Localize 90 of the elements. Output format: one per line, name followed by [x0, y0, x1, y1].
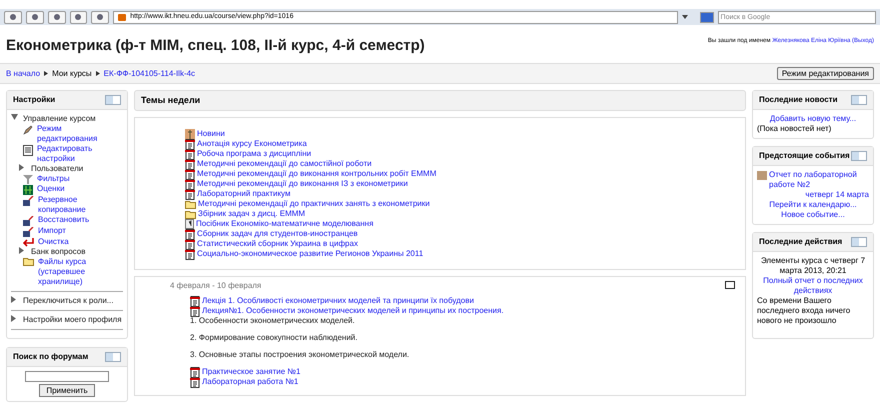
grades-icon [23, 185, 33, 195]
pdf-document-icon [185, 238, 195, 250]
resource-link[interactable]: Методичні рекомендації до практичних занять з економетрики [198, 199, 430, 209]
separator-icon [44, 71, 48, 76]
pdf-document-icon [185, 138, 195, 150]
settings-link[interactable]: Редактировать настройки [37, 144, 123, 164]
summary-text: 1. Особенности эконометрических моделей. [190, 316, 356, 326]
settings-link[interactable]: Оценки [37, 184, 65, 194]
resource-link[interactable]: Статистический сборник Украина в цифрах [197, 239, 358, 249]
pdf-document-icon [185, 188, 195, 200]
pdf-document-icon [185, 178, 195, 190]
tree-item[interactable]: Переключиться к роли... [23, 296, 114, 306]
calendar-link[interactable]: Перейти к календарю... [757, 200, 869, 210]
resource-link[interactable]: Практическое занятие №1 [202, 367, 300, 377]
resource-link[interactable]: Збірник задач з дисц. ЕМММ [198, 209, 306, 219]
resource-link[interactable]: Новини [197, 129, 225, 139]
separator-icon [96, 71, 100, 76]
event-icon [757, 171, 767, 180]
summary-text: 3. Основные этапы построения эконометрической модели. [190, 350, 410, 360]
dropdown-icon[interactable] [682, 15, 688, 19]
block-title: Последние действия [759, 237, 842, 247]
box-arrow-icon [23, 216, 34, 226]
settings-link[interactable]: Восстановить [38, 215, 90, 225]
expanded-triangle-icon[interactable] [11, 114, 19, 120]
calendar-link[interactable]: Новое событие... [757, 210, 869, 220]
arrow-icon [23, 238, 34, 247]
block-title: Предстоящие события [759, 151, 850, 161]
settings-link[interactable]: Фильтры [37, 174, 70, 184]
add-topic-link[interactable]: Добавить новую тему... [757, 114, 869, 124]
resource-link[interactable]: Посібник Економіко-математичне моделювання [196, 219, 374, 229]
settings-link[interactable]: Файлы курса (устаревшее хранилище) [38, 257, 123, 287]
resource-link[interactable]: Лабораторний практикум [197, 189, 290, 199]
folder-icon [185, 200, 196, 208]
site-icon [118, 14, 126, 20]
highlight-toggle-icon[interactable] [725, 281, 735, 289]
tree-item[interactable]: Пользователи [31, 164, 84, 174]
tree-item[interactable]: Настройки моего профиля [23, 315, 122, 325]
summary-text: 2. Формирование совокупности наблюдений. [190, 333, 358, 343]
resource-link[interactable]: Сборник задач для студентов-иностранцев [197, 229, 358, 239]
apply-button[interactable]: Применить [39, 384, 95, 397]
pdf-document-icon [185, 248, 195, 260]
box-arrow-icon [23, 227, 34, 237]
resource-link[interactable]: Методичні рекомендації до виконання контрольних робіт ЕМММ [197, 169, 436, 179]
news-note: (Пока новостей нет) [757, 124, 832, 134]
pdf-document-icon [190, 366, 200, 378]
breadcrumb-link[interactable]: В начало [6, 68, 40, 78]
resource-link[interactable]: Лекция№1. Особенности эконометрических моделей и принципы их построения. [202, 306, 504, 316]
block-title: Последние новости [759, 95, 838, 105]
breadcrumb-link[interactable]: ЕК-ФФ-104105-114-Ilk-4c [104, 68, 196, 78]
search-engine-icon[interactable] [700, 12, 714, 22]
resource-link[interactable]: Методичні рекомендації до виконання ІЗ з економетрики [197, 179, 408, 189]
edit-mode-button[interactable]: Режим редактирования [776, 67, 874, 80]
tree-item[interactable]: Управление курсом [23, 114, 96, 124]
breadcrumb-item: Мои курсы [52, 68, 92, 78]
pdf-document-icon [190, 296, 200, 306]
pdf-document-icon [185, 148, 195, 160]
resource-link[interactable]: Робоча програма з дисципліни [197, 149, 312, 159]
resource-link[interactable]: Анотація курсу Економетрика [197, 139, 307, 149]
resource-link[interactable]: Лабораторная работа №1 [202, 377, 298, 387]
settings-link[interactable]: Импорт [38, 226, 66, 236]
pdf-document-icon [185, 228, 195, 240]
pencil-icon [23, 125, 33, 135]
block-title: Поиск по форумам [13, 352, 88, 362]
activity-note: Со времени Вашего последнего входа ничего нового не произошло [757, 296, 852, 326]
resource-link[interactable]: Лекція 1. Особливості економетричних моделей та принципи їх побудови [202, 296, 474, 306]
section-title: Темы недели [141, 95, 200, 105]
full-report-link[interactable]: Полный отчет о последних действиях [757, 276, 869, 296]
settings-link[interactable]: Очистка [38, 237, 69, 247]
pdf-document-icon [190, 376, 200, 388]
pdf-document-icon [185, 158, 195, 170]
forum-icon [185, 128, 195, 140]
pdf-document-icon [190, 306, 200, 316]
tree-item[interactable]: Банк вопросов [31, 247, 86, 257]
funnel-icon [23, 175, 33, 184]
document-icon [23, 145, 33, 156]
folder-icon [185, 210, 196, 218]
block-title: Настройки [13, 95, 56, 105]
activity-since: Элементы курса с четверг 7 марта 2013, 20:21 [760, 256, 866, 276]
event-date: четверг 14 марта [804, 190, 869, 200]
week-dates: 4 февраля - 10 февраля [170, 281, 262, 291]
resource-link[interactable]: Методичні рекомендації до самостійної роботи [197, 159, 372, 169]
pdf-document-icon [185, 168, 195, 180]
box-arrow-icon [23, 196, 34, 206]
folder-icon [23, 257, 34, 266]
page-icon [185, 219, 194, 229]
settings-link[interactable]: Режим редактирования [37, 124, 123, 144]
settings-link[interactable]: Резервное копирование [38, 195, 123, 215]
resource-link[interactable]: Социально-экономическое развитие Регионов Украины 2011 [197, 249, 424, 259]
course-title: Економетрика (ф-т МІМ, спец. 108, ІІ-й курс, 4-й семестр) [6, 37, 425, 55]
forum-search-field[interactable] [25, 371, 109, 382]
